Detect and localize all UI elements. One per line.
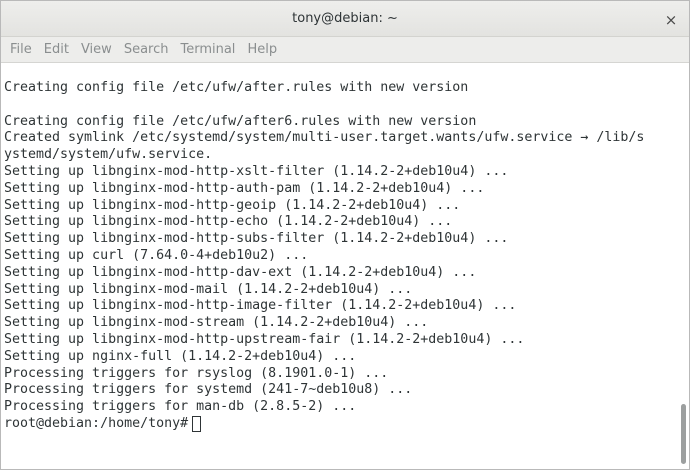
terminal-line: Setting up libnginx-mod-http-xslt-filter… (4, 163, 509, 179)
terminal-line: Processing triggers for rsyslog (8.1901.… (4, 365, 389, 381)
vertical-scrollbar[interactable] (678, 64, 689, 469)
terminal-line: Setting up libnginx-mod-http-geoip (1.14… (4, 197, 461, 213)
menu-file[interactable]: File (4, 37, 38, 63)
shell-prompt: root@debian:/home/tony# (4, 415, 189, 431)
scrollbar-thumb[interactable] (681, 404, 686, 464)
terminal-line: Setting up libnginx-mod-stream (1.14.2-2… (4, 315, 429, 331)
menu-search[interactable]: Search (118, 37, 175, 63)
menu-edit[interactable]: Edit (38, 37, 75, 63)
menu-help[interactable]: Help (241, 37, 283, 63)
text-cursor (192, 416, 202, 433)
terminal-window: tony@debian: ~ × File Edit View Search T… (0, 0, 690, 470)
menu-terminal[interactable]: Terminal (174, 37, 241, 63)
terminal-line: Setting up nginx-full (1.14.2-2+deb10u4)… (4, 348, 357, 364)
title-bar[interactable]: tony@debian: ~ × (1, 1, 689, 37)
terminal-line: Setting up libnginx-mod-http-auth-pam (1… (4, 180, 485, 196)
terminal-line: Setting up libnginx-mod-mail (1.14.2-2+d… (4, 281, 413, 297)
terminal-line: Creating config file /etc/ufw/after.rule… (4, 80, 469, 95)
window-title: tony@debian: ~ (292, 11, 398, 26)
terminal-line: Processing triggers for systemd (241-7~d… (4, 382, 413, 398)
terminal-line: Setting up libnginx-mod-http-dav-ext (1.… (4, 264, 477, 280)
terminal-line: Processing triggers for man-db (2.8.5-2)… (4, 399, 357, 415)
menu-view[interactable]: View (75, 37, 118, 63)
terminal-line: Setting up curl (7.64.0-4+deb10u2) ... (4, 247, 309, 263)
terminal-line: Setting up libnginx-mod-http-upstream-fa… (4, 331, 525, 347)
terminal-line: Creating config file /etc/ufw/after6.rul… (4, 113, 477, 129)
terminal-line: Setting up libnginx-mod-http-echo (1.14.… (4, 214, 453, 230)
terminal-output[interactable]: Creating config file /etc/ufw/after.rule… (1, 64, 679, 469)
terminal-line: Created symlink /etc/systemd/system/mult… (4, 130, 645, 146)
close-icon[interactable]: × (661, 10, 681, 30)
terminal-line: ystemd/system/ufw.service. (4, 147, 213, 163)
prompt-line[interactable]: root@debian:/home/tony# (4, 416, 679, 433)
menu-bar: File Edit View Search Terminal Help (1, 37, 689, 63)
terminal-line: Setting up libnginx-mod-http-image-filte… (4, 298, 517, 314)
terminal-line: Setting up libnginx-mod-http-subs-filter… (4, 231, 509, 247)
